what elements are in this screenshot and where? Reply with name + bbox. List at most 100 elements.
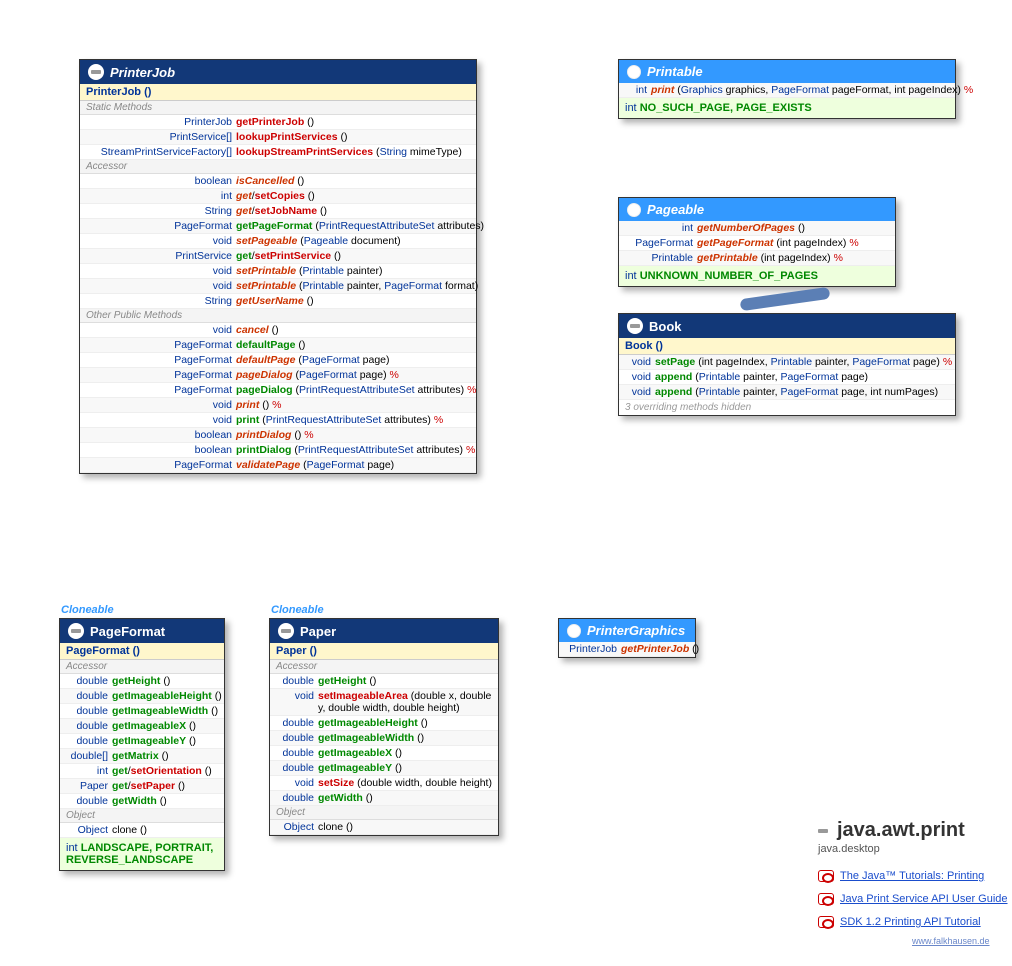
connector-pageable-book [740, 287, 831, 311]
link[interactable]: Java Print Service API User Guide [840, 893, 1008, 905]
return-type: int [625, 222, 697, 234]
signature: getMatrix () [112, 750, 169, 762]
class-icon [68, 623, 84, 639]
signature: setSize (double width, double height) [318, 777, 492, 789]
signature: get/setPaper () [112, 780, 185, 792]
constants: int NO_SUCH_PAGE, PAGE_EXISTS [619, 98, 955, 118]
class-header: Book [619, 314, 955, 338]
return-type: double [276, 717, 318, 729]
link[interactable]: The Java™ Tutorials: Printing [840, 870, 984, 882]
method-row: Objectclone () [60, 823, 224, 838]
link-print-service-guide[interactable]: Java Print Service API User Guide [818, 893, 1008, 905]
signature: get/setCopies () [236, 190, 315, 202]
signature: getImageableWidth () [112, 705, 218, 717]
method-row: StringgetUserName () [80, 294, 476, 309]
interface-title: Printable [647, 64, 703, 79]
method-row: voidprint (PrintRequestAttributeSet attr… [80, 413, 476, 428]
interface-icon [627, 65, 641, 79]
return-type: void [86, 265, 236, 277]
method-row: voidsetPageable (Pageable document) [80, 234, 476, 249]
signature: setPage (int pageIndex, Printable painte… [655, 356, 952, 368]
method-row: PrinterJobgetPrinterJob () [559, 642, 695, 657]
method-row: voidsetPrintable (Printable painter) [80, 264, 476, 279]
class-paper: Paper Paper () AccessordoublegetHeight (… [269, 618, 499, 836]
package-icon [815, 823, 831, 839]
method-row: Objectclone () [270, 820, 498, 835]
signature: cancel () [236, 324, 279, 336]
interface-title: Pageable [647, 202, 704, 217]
signature: clone () [318, 821, 353, 833]
constants: int LANDSCAPE, PORTRAIT, REVERSE_LANDSCA… [60, 838, 224, 870]
link-sdk-printing-tutorial[interactable]: SDK 1.2 Printing API Tutorial [818, 916, 981, 928]
return-type: void [625, 356, 655, 368]
return-type: void [625, 386, 655, 398]
class-printerjob: PrinterJob PrinterJob () Static MethodsP… [79, 59, 477, 474]
class-pageformat: PageFormat PageFormat () Accessordoubleg… [59, 618, 225, 871]
return-type: void [86, 280, 236, 292]
hidden-note: 3 overriding methods hidden [619, 400, 955, 415]
method-row: StreamPrintServiceFactory[]lookupStreamP… [80, 145, 476, 160]
class-icon [627, 318, 643, 334]
method-row: doublegetImageableX () [60, 719, 224, 734]
signature: getPageFormat (PrintRequestAttributeSet … [236, 220, 484, 232]
signature: print (PrintRequestAttributeSet attribut… [236, 414, 443, 426]
class-header: PageFormat [60, 619, 224, 643]
signature: getImageableWidth () [318, 732, 424, 744]
method-row: voidappend (Printable painter, PageForma… [619, 370, 955, 385]
method-row: PageFormatdefaultPage () [80, 338, 476, 353]
oracle-icon [818, 893, 834, 905]
interface-pageable: Pageable intgetNumberOfPages ()PageForma… [618, 197, 896, 287]
signature: append (Printable painter, PageFormat pa… [655, 386, 938, 398]
return-type: Object [66, 824, 112, 836]
signature: getWidth () [318, 792, 373, 804]
signature: getNumberOfPages () [697, 222, 805, 234]
class-icon [88, 64, 104, 80]
signature: clone () [112, 824, 147, 836]
return-type: double [66, 675, 112, 687]
link-tutorial-printing[interactable]: The Java™ Tutorials: Printing [818, 870, 984, 882]
sections: AccessordoublegetHeight ()voidsetImageab… [270, 660, 498, 835]
method-row: doublegetWidth () [60, 794, 224, 809]
class-title: PageFormat [90, 624, 165, 639]
method-row: voidsetSize (double width, double height… [270, 776, 498, 791]
method-row: voidsetPrintable (Printable painter, Pag… [80, 279, 476, 294]
section-label: Accessor [80, 160, 476, 174]
signature: validatePage (PageFormat page) [236, 459, 394, 471]
package-title: java.awt.print [815, 819, 965, 842]
oracle-icon [818, 916, 834, 928]
return-type: int [66, 765, 112, 777]
signature: get/setOrientation () [112, 765, 212, 777]
method-row: doublegetImageableX () [270, 746, 498, 761]
method-row: doublegetImageableHeight () [60, 689, 224, 704]
return-type: void [276, 777, 318, 789]
method-row: voidsetImageableArea (double x, double y… [270, 689, 498, 716]
return-type: double [276, 762, 318, 774]
method-row: Stringget/setJobName () [80, 204, 476, 219]
sections: Static MethodsPrinterJobgetPrinterJob ()… [80, 101, 476, 473]
signature: getPrinterJob () [236, 116, 314, 128]
signature: isCancelled () [236, 175, 304, 187]
return-type: boolean [86, 175, 236, 187]
return-type: Object [276, 821, 318, 833]
constructor: Book () [619, 338, 955, 355]
method-row: PrintServiceget/setPrintService () [80, 249, 476, 264]
credit-link[interactable]: www.falkhausen.de [912, 936, 990, 946]
method-row: PageFormatdefaultPage (PageFormat page) [80, 353, 476, 368]
return-type: PrintService[] [86, 131, 236, 143]
section-label: Object [60, 809, 224, 823]
interface-header: PrinterGraphics [559, 619, 695, 642]
return-type: PageFormat [86, 459, 236, 471]
method-row: voidsetPage (int pageIndex, Printable pa… [619, 355, 955, 370]
method-row: PageFormatvalidatePage (PageFormat page) [80, 458, 476, 473]
link[interactable]: SDK 1.2 Printing API Tutorial [840, 916, 981, 928]
rows: PrinterJobgetPrinterJob () [559, 642, 695, 657]
method-row: booleanisCancelled () [80, 174, 476, 189]
constructor: Paper () [270, 643, 498, 660]
return-type: double[] [66, 750, 112, 762]
return-type: void [86, 414, 236, 426]
method-row: doublegetImageableWidth () [270, 731, 498, 746]
class-header: PrinterJob [80, 60, 476, 84]
return-type: void [86, 235, 236, 247]
section-label: Static Methods [80, 101, 476, 115]
signature: lookupPrintServices () [236, 131, 347, 143]
